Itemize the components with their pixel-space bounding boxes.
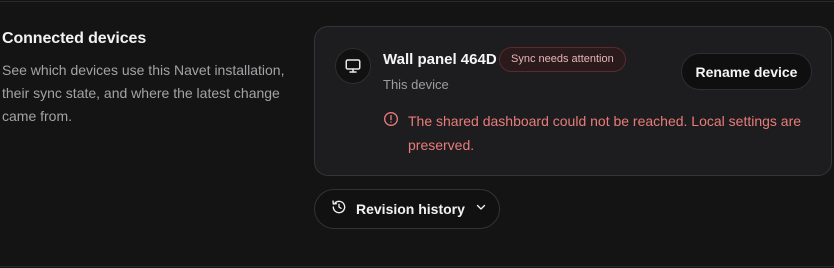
device-card: Wall panel 464D Sync needs attention Thi… [314, 26, 832, 176]
revision-history-label: Revision history [356, 201, 465, 217]
rename-device-button[interactable]: Rename device [681, 53, 812, 90]
section-info: Connected devices See which devices use … [2, 28, 302, 128]
chevron-down-icon [475, 200, 487, 218]
settings-page: Connected devices See which devices use … [0, 0, 834, 268]
section-title: Connected devices [2, 30, 147, 47]
revision-history-button[interactable]: Revision history [314, 189, 500, 229]
section-description: See which devices use this Navet install… [2, 62, 285, 124]
device-subtitle: This device [383, 77, 449, 92]
top-divider [0, 1, 834, 2]
alert-circle-icon [383, 111, 399, 157]
bottom-divider [0, 266, 834, 267]
status-badge: Sync needs attention [499, 47, 626, 72]
monitor-icon [335, 48, 371, 84]
error-text: The shared dashboard could not be reache… [408, 113, 802, 153]
sync-error-message: The shared dashboard could not be reache… [383, 109, 803, 157]
history-icon [331, 199, 347, 220]
device-name: Wall panel 464D [383, 51, 497, 68]
